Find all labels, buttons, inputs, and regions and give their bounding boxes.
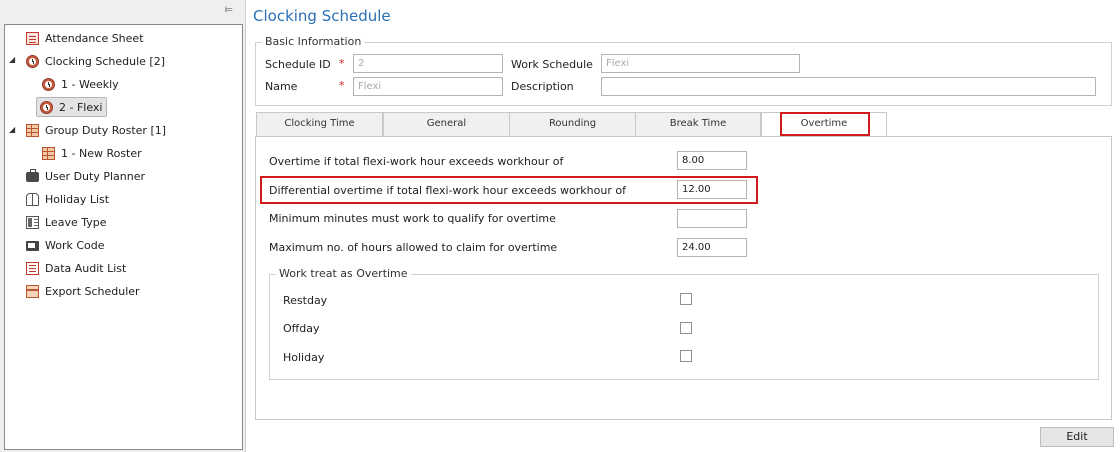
- overtime-threshold-field[interactable]: 8.00: [677, 151, 747, 170]
- schedule-id-field[interactable]: 2: [353, 54, 503, 73]
- tree-item-label: Leave Type: [45, 215, 107, 229]
- required-mark: *: [339, 57, 345, 70]
- pin-icon[interactable]: ⫫: [222, 7, 233, 13]
- maximum-hours-label: Maximum no. of hours allowed to claim fo…: [269, 241, 558, 254]
- tree-item-data-audit-list[interactable]: Data Audit List: [26, 258, 126, 278]
- description-label: Description: [511, 80, 574, 93]
- tree-item-label: User Duty Planner: [45, 169, 145, 183]
- tree-item-clocking-schedule[interactable]: Clocking Schedule [2]: [26, 51, 165, 71]
- tree-item-label: Data Audit List: [45, 261, 127, 275]
- tree-item-group-duty-roster[interactable]: Group Duty Roster [1]: [26, 120, 166, 140]
- tab-break-time[interactable]: Break Time: [635, 112, 761, 136]
- tree-item-leave-type[interactable]: Leave Type: [26, 212, 106, 232]
- audit-icon: [26, 261, 39, 275]
- collapse-arrow-icon[interactable]: ◢: [9, 55, 15, 64]
- page-title: Clocking Schedule: [253, 7, 391, 25]
- name-field[interactable]: Flexi: [353, 77, 503, 96]
- tab-rounding[interactable]: Rounding: [509, 112, 636, 136]
- tree-item-flexi[interactable]: 2 - Flexi: [36, 97, 108, 117]
- tree-item-user-duty-planner[interactable]: User Duty Planner: [26, 166, 145, 186]
- differential-overtime-label: Differential overtime if total flexi-wor…: [269, 184, 626, 197]
- roster-icon: [26, 123, 39, 137]
- tab-general[interactable]: General: [383, 112, 510, 136]
- collapse-arrow-icon[interactable]: ◢: [9, 125, 15, 134]
- differential-overtime-field[interactable]: 12.00: [677, 180, 747, 199]
- tree-item-label: Work Code: [45, 238, 105, 252]
- maximum-hours-field[interactable]: 24.00: [677, 238, 747, 257]
- restday-checkbox[interactable]: [680, 293, 692, 305]
- tree-item-label: Clocking Schedule [2]: [45, 54, 166, 68]
- main-content: Clocking Schedule Basic Information Sche…: [245, 0, 1120, 452]
- holiday-checkbox[interactable]: [680, 350, 692, 362]
- work-treat-legend: Work treat as Overtime: [276, 267, 411, 280]
- tree-item-label: 2 - Flexi: [59, 100, 103, 114]
- tree-item-weekly[interactable]: 1 - Weekly: [42, 74, 119, 94]
- overtime-threshold-label: Overtime if total flexi-work hour exceed…: [269, 155, 564, 168]
- leave-icon: [26, 215, 39, 229]
- navigation-sidebar: ⫫ Attendance Sheet ◢ Clocking Schedule […: [0, 0, 245, 452]
- tree-item-new-roster[interactable]: 1 - New Roster: [42, 143, 142, 163]
- restday-label: Restday: [283, 294, 328, 307]
- roster-icon: [42, 146, 55, 160]
- tree-item-label: Export Scheduler: [45, 284, 140, 298]
- tab-overtime[interactable]: Overtime: [761, 112, 887, 137]
- description-field[interactable]: [601, 77, 1096, 96]
- required-mark: *: [339, 79, 345, 92]
- tree-item-label: Holiday List: [45, 192, 110, 206]
- basic-information-legend: Basic Information: [262, 35, 365, 48]
- export-icon: [26, 284, 39, 298]
- work-schedule-field[interactable]: Flexi: [601, 54, 800, 73]
- tree-item-attendance-sheet[interactable]: Attendance Sheet: [26, 28, 144, 48]
- schedule-id-label: Schedule ID: [265, 58, 331, 71]
- clock-icon: [26, 54, 39, 68]
- minimum-minutes-field[interactable]: [677, 209, 747, 228]
- basic-information-group: Basic Information: [255, 35, 1112, 106]
- holiday-icon: [26, 192, 39, 206]
- name-label: Name: [265, 80, 298, 93]
- tab-clocking-time[interactable]: Clocking Time: [256, 112, 383, 136]
- tree-item-holiday-list[interactable]: Holiday List: [26, 189, 109, 209]
- tree-item-label: 1 - Weekly: [61, 77, 119, 91]
- edit-button[interactable]: Edit: [1040, 427, 1114, 447]
- offday-checkbox[interactable]: [680, 322, 692, 334]
- clock-icon: [42, 77, 55, 91]
- code-icon: [26, 240, 39, 251]
- tree-item-label: Attendance Sheet: [45, 31, 144, 45]
- navigation-tree: Attendance Sheet ◢ Clocking Schedule [2]…: [4, 24, 243, 450]
- clock-icon: [40, 100, 53, 114]
- tree-item-label: 1 - New Roster: [61, 146, 142, 160]
- work-schedule-label: Work Schedule: [511, 58, 593, 71]
- tree-item-work-code[interactable]: Work Code: [26, 235, 105, 255]
- minimum-minutes-label: Minimum minutes must work to qualify for…: [269, 212, 556, 225]
- holiday-label: Holiday: [283, 351, 325, 364]
- sidebar-header: ⫫: [0, 0, 245, 24]
- tree-item-export-scheduler[interactable]: Export Scheduler: [26, 281, 140, 301]
- offday-label: Offday: [283, 322, 320, 335]
- tree-item-label: Group Duty Roster [1]: [45, 123, 167, 137]
- document-icon: [26, 31, 39, 45]
- briefcase-icon: [26, 169, 39, 182]
